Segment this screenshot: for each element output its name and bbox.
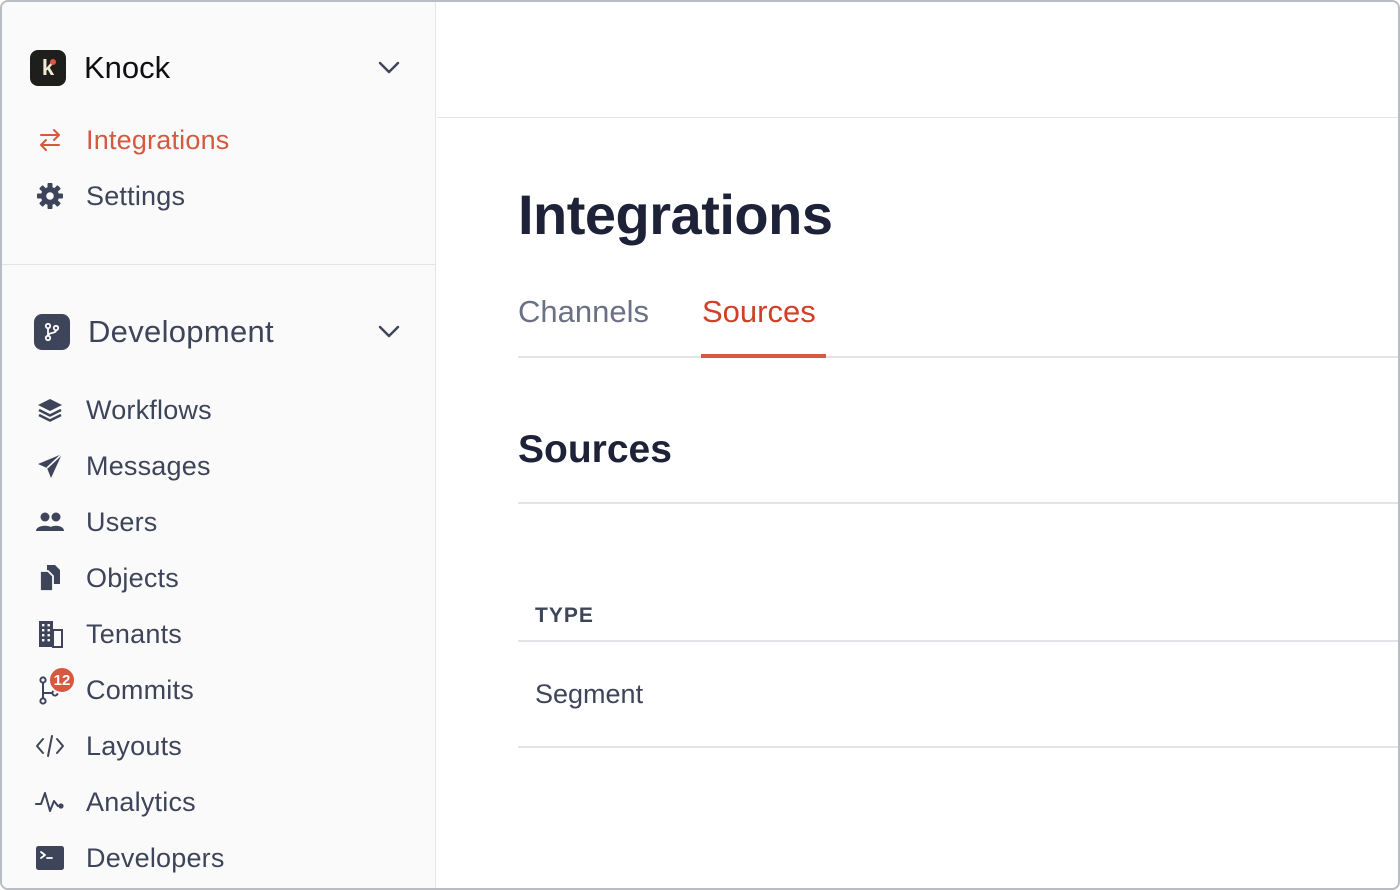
gear-icon [32,178,68,214]
terminal-icon [32,840,68,876]
sidebar-item-label: Objects [86,562,179,593]
sidebar-item-messages[interactable]: Messages [32,446,412,486]
top-bar [437,2,1398,118]
section-divider [518,502,1398,504]
sidebar-item-integrations[interactable]: Integrations [32,120,412,160]
tab-channels[interactable]: Channels [518,294,649,330]
paper-plane-icon [32,448,68,484]
table-cell-type: Segment [535,678,644,709]
git-commit-icon: 12 [32,666,76,708]
sidebar: k Knock Integrations Settings Developmen… [2,2,436,888]
sidebar-item-label: Commits [86,674,194,705]
knock-logo: k [30,50,66,86]
sidebar-item-label: Layouts [86,730,182,761]
sidebar-item-label: Messages [86,450,211,481]
chevron-down-icon [378,325,400,338]
commits-count-badge: 12 [48,666,76,694]
tab-sources[interactable]: Sources [702,294,816,330]
sources-table: TYPE Segment [518,592,1398,748]
section-title: Sources [518,428,672,471]
environment-switcher[interactable]: Development [34,312,408,352]
sidebar-item-tenants[interactable]: Tenants [32,614,412,654]
sidebar-item-commits[interactable]: 12 Commits [32,666,412,710]
layers-icon [32,392,68,428]
sidebar-item-label: Integrations [86,124,230,155]
sidebar-item-settings[interactable]: Settings [32,176,412,216]
sidebar-item-label: Analytics [86,786,196,817]
page-title: Integrations [518,183,833,246]
account-switcher[interactable]: k Knock [30,48,408,88]
arrows-exchange-icon [32,122,68,158]
sidebar-item-label: Workflows [86,394,212,425]
sidebar-item-label: Users [86,506,158,537]
sidebar-item-layouts[interactable]: Layouts [32,726,412,766]
logo-dot [50,59,56,65]
sidebar-item-users[interactable]: Users [32,502,412,542]
sidebar-item-label: Tenants [86,618,182,649]
sidebar-item-objects[interactable]: Objects [32,558,412,598]
git-branch-icon [34,314,70,350]
sidebar-divider [2,264,436,265]
sidebar-item-workflows[interactable]: Workflows [32,390,412,430]
sidebar-item-developers[interactable]: Developers [32,838,412,878]
app-window: k Knock Integrations Settings Developmen… [0,0,1400,890]
chevron-down-icon [378,61,400,74]
sidebar-item-label: Settings [86,180,186,211]
documents-icon [32,560,68,596]
tab-bar: Channels Sources [518,290,1398,358]
code-icon [32,728,68,764]
account-name: Knock [84,50,171,85]
pulse-icon [32,784,68,820]
sidebar-item-label: Developers [86,842,225,873]
column-header-type: TYPE [518,592,1398,642]
sidebar-item-analytics[interactable]: Analytics [32,782,412,822]
users-icon [32,504,68,540]
table-row[interactable]: Segment [518,642,1398,748]
active-tab-indicator [701,354,826,358]
building-icon [32,616,68,652]
environment-name: Development [88,314,274,349]
